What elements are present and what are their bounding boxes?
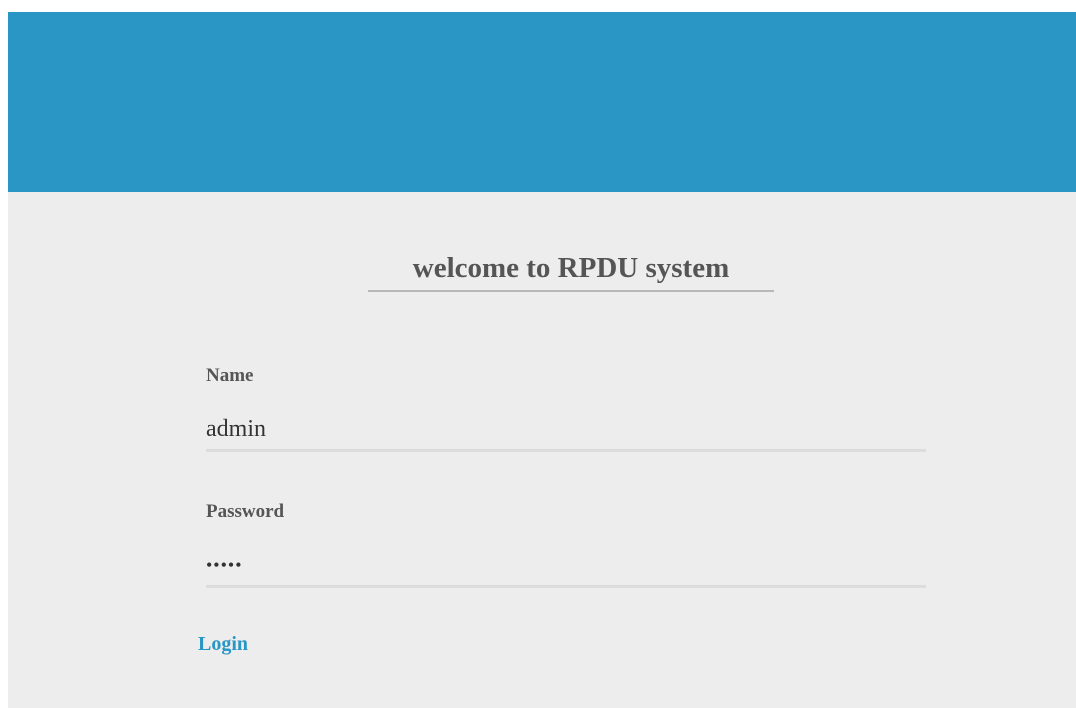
login-page: welcome to RPDU system Name Password (8, 12, 1076, 708)
header-banner (8, 12, 1076, 192)
login-button[interactable]: Login (198, 631, 248, 657)
password-input[interactable] (206, 545, 926, 588)
page-title: welcome to RPDU system (368, 250, 774, 292)
name-label: Name (206, 365, 254, 386)
name-input[interactable] (206, 409, 926, 452)
password-label: Password (206, 501, 285, 522)
